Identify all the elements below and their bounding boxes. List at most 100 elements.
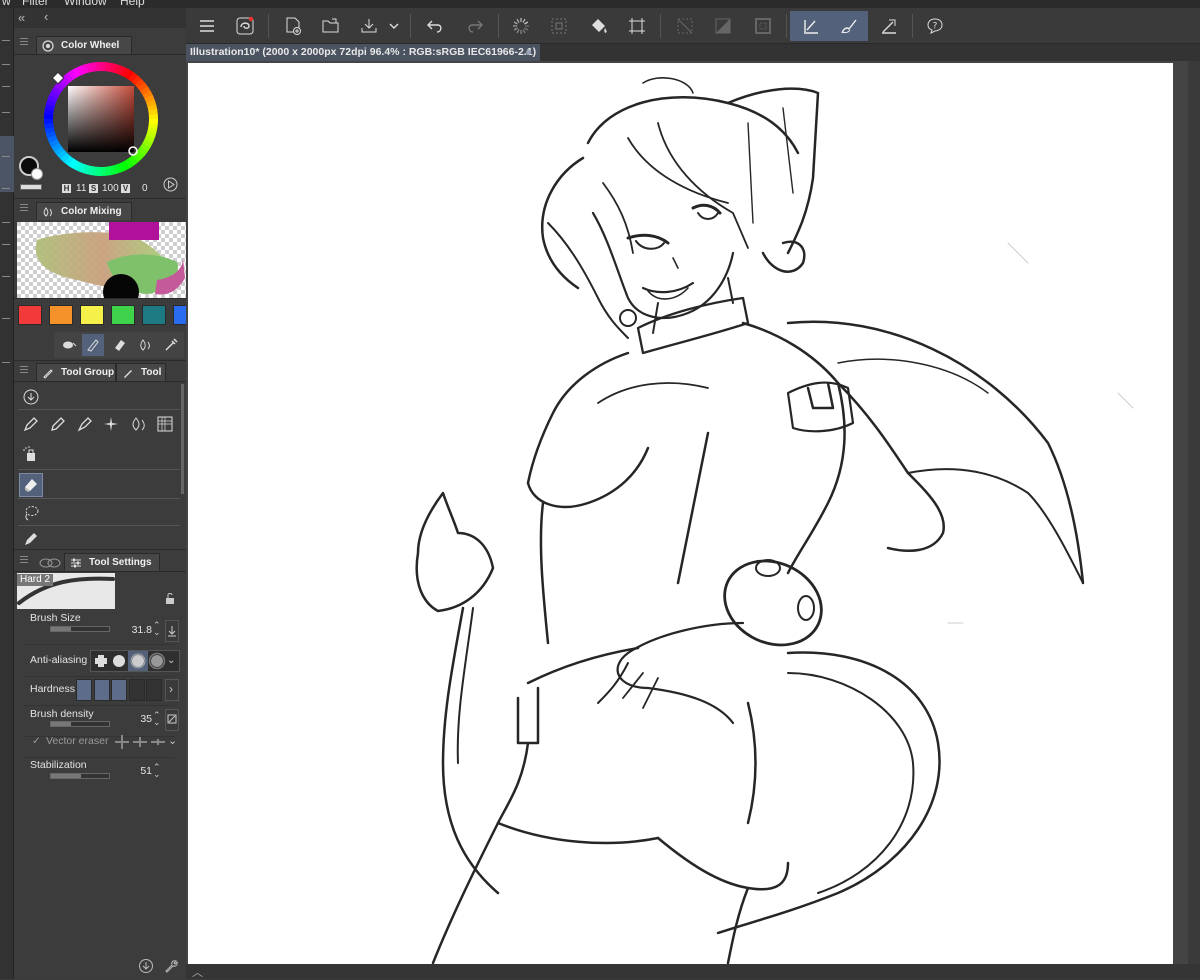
open-folder-icon[interactable] [318,13,344,39]
pen-pressure-icon[interactable] [798,13,824,39]
panel-grip-icon[interactable] [20,204,28,212]
lasso-icon[interactable] [20,502,42,524]
select-all-icon[interactable] [546,13,572,39]
aa-medium-icon[interactable] [128,651,148,671]
sparkle-icon[interactable] [100,413,122,435]
brush-density-stepper-icon[interactable]: ⌃ ⌄ [153,711,161,727]
tone-icon[interactable] [710,13,736,39]
chevron-left-icon[interactable]: ‹ [44,9,48,24]
drawing-canvas[interactable] [188,63,1173,964]
hardness-selector[interactable] [76,679,164,701]
save-icon[interactable] [356,13,382,39]
sketch-illustration [415,77,1134,964]
panel-grip-icon[interactable] [20,556,28,564]
anti-aliasing-selector[interactable]: ⌄ [90,650,180,672]
grid-decoration-icon[interactable] [154,413,176,435]
tab-tool-settings[interactable]: Tool Settings [64,553,160,571]
fill-icon[interactable] [586,13,612,39]
brush-stroke-icon[interactable] [836,13,862,39]
sub-tool-detail-icon[interactable] [38,554,62,570]
menu-item-window[interactable]: Window [64,0,107,8]
document-close-icon[interactable] [526,50,531,55]
wrench-icon[interactable] [163,958,179,974]
aa-none-icon[interactable] [92,652,110,670]
water-drop-icon[interactable] [134,334,156,356]
palette-swatch[interactable] [18,305,42,325]
tab-tool[interactable]: Tool [116,363,166,381]
document-tab[interactable]: Illustration10* (2000 x 2000px 72dpi 96.… [186,44,540,61]
new-canvas-icon[interactable] [280,13,306,39]
brush-density-value[interactable]: 35 [124,713,152,725]
stabilization-stepper-icon[interactable]: ⌃ ⌄ [153,763,161,779]
hardness-expand-button[interactable]: › [165,679,179,701]
stabilization-slider[interactable] [50,773,110,779]
border-icon[interactable] [750,13,776,39]
tool-panel-scrollbar[interactable] [181,384,184,494]
ruler-icon[interactable] [876,13,902,39]
pen-icon[interactable] [20,413,42,435]
menu-item-help[interactable]: Help [120,0,145,8]
brush-size-slider[interactable] [50,626,110,632]
eyedropper-icon[interactable] [160,334,182,356]
panel-grip-icon[interactable] [20,38,28,46]
panel-grip-icon[interactable] [20,366,28,374]
brush-size-stepper-icon[interactable]: ⌃ ⌄ [153,621,161,637]
save-dropdown-chevron-icon[interactable] [386,13,402,39]
eraser-tool-icon[interactable] [19,473,43,497]
help-icon[interactable]: ? [922,13,948,39]
menu-item-filter[interactable]: Filter [22,0,49,8]
play-icon[interactable] [163,177,178,192]
aa-strong-icon[interactable] [148,652,166,670]
transform-icon[interactable] [624,13,650,39]
tab-color-mixing[interactable]: Color Mixing [36,202,132,220]
palette-swatch[interactable] [80,305,104,325]
menu-icon[interactable] [194,13,220,39]
download-icon[interactable] [138,958,154,974]
watercolor-icon[interactable] [128,413,150,435]
unlock-icon[interactable] [165,593,175,605]
palette-swatch[interactable] [111,305,135,325]
expand-up-icon[interactable]: ︿ [192,964,203,980]
loading-icon[interactable] [508,13,534,39]
brush-size-pressure-button[interactable] [165,620,179,642]
color-mixing-canvas[interactable] [17,222,186,298]
hardness-step[interactable] [128,679,145,701]
chevron-down-icon[interactable]: ⌄ [167,655,175,666]
left-strip-selected[interactable] [0,136,14,192]
stabilization-value[interactable]: 51 [124,765,152,777]
hardness-step[interactable] [146,679,162,701]
collapse-panel-icon[interactable]: « [18,10,25,25]
undo-icon[interactable] [422,13,448,39]
brush-size-value[interactable]: 31.8 [120,624,152,636]
app-logo-icon[interactable] [232,13,258,39]
clear-icon[interactable] [672,13,698,39]
tab-tool-group[interactable]: Tool Group [36,363,116,381]
color-wheel[interactable] [36,56,166,186]
fill-pen-icon[interactable] [20,528,42,550]
hardness-step[interactable] [111,679,127,701]
menu-item-view-partial[interactable]: w [2,0,11,8]
redo-icon[interactable] [462,13,488,39]
vector-eraser-mode-icons[interactable] [114,735,166,749]
pencil-icon[interactable] [47,413,69,435]
palette-swatch[interactable] [142,305,166,325]
brush-density-slider[interactable] [50,721,110,727]
canvas-area[interactable] [186,61,1200,964]
eraser-mix-icon[interactable] [108,334,130,356]
palette-swatch[interactable] [49,305,73,325]
hardness-step[interactable] [76,679,92,701]
blend-tool-icon[interactable] [58,334,80,356]
brush-density-pressure-button[interactable] [165,709,179,731]
blur-brush-icon[interactable] [82,334,104,356]
marker-icon[interactable] [74,413,96,435]
vector-eraser-checkbox[interactable]: ✓ [32,735,41,747]
vector-eraser-chevron-icon[interactable]: ⌄ [168,734,177,747]
aa-weak-icon[interactable] [110,652,128,670]
airbrush-icon[interactable] [20,443,42,465]
move-down-icon[interactable] [20,386,42,408]
sub-color-swatch[interactable] [31,168,43,180]
hardness-step[interactable] [93,679,110,701]
transparent-color-icon[interactable] [20,184,42,190]
vertical-scrollbar[interactable] [1188,61,1200,964]
tab-color-wheel[interactable]: Color Wheel [36,36,132,54]
